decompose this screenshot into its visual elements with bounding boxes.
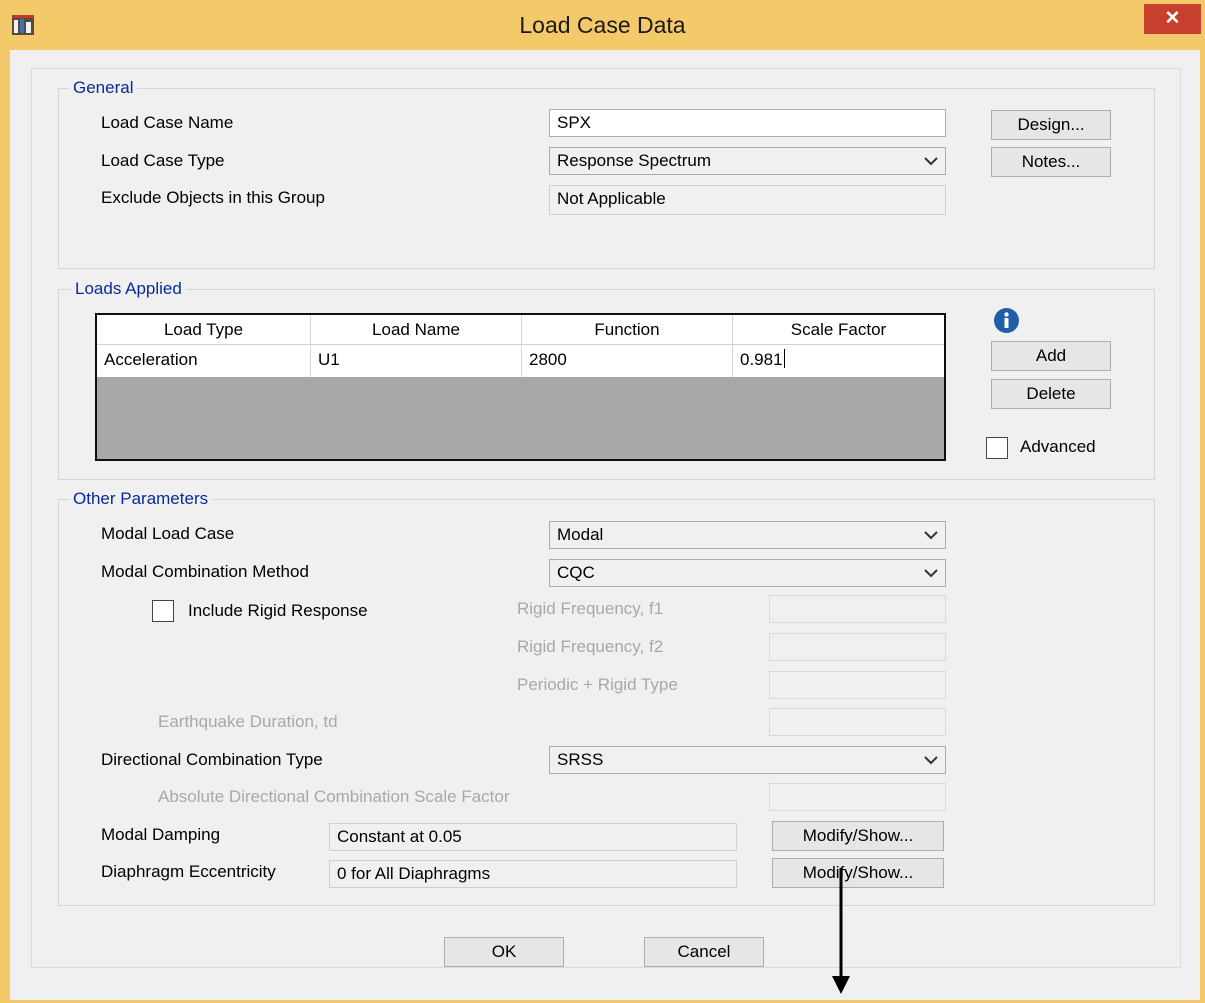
- modal-load-case-select[interactable]: Modal: [549, 521, 946, 549]
- include-rigid-label[interactable]: Include Rigid Response: [188, 601, 368, 621]
- diaphragm-eccentricity-field: 0 for All Diaphragms: [329, 860, 737, 888]
- modal-combination-label: Modal Combination Method: [101, 562, 309, 581]
- earthquake-duration-input: [769, 708, 946, 736]
- table-row[interactable]: Acceleration U1 2800 0.981: [97, 345, 944, 377]
- include-rigid-checkbox[interactable]: [152, 600, 174, 622]
- earthquake-duration-label: Earthquake Duration, td: [158, 712, 338, 731]
- directional-combination-label: Directional Combination Type: [101, 750, 323, 769]
- advanced-checkbox[interactable]: [986, 437, 1008, 459]
- design-button[interactable]: Design...: [991, 110, 1111, 140]
- text-cursor: [783, 349, 785, 368]
- title-bar[interactable]: Load Case Data ✕: [0, 0, 1205, 50]
- modal-damping-label: Modal Damping: [101, 825, 221, 844]
- exclude-objects-label: Exclude Objects in this Group: [101, 188, 325, 207]
- cell-scale-factor[interactable]: 0.981: [733, 345, 944, 377]
- load-case-type-value: Response Spectrum: [557, 151, 712, 170]
- load-case-type-select[interactable]: Response Spectrum: [549, 147, 946, 175]
- absolute-directional-scale-input: [769, 783, 946, 811]
- modal-combination-value: CQC: [557, 563, 595, 582]
- annotation-arrow-icon: [832, 868, 850, 994]
- periodic-rigid-type-label: Periodic + Rigid Type: [517, 675, 678, 694]
- info-icon[interactable]: [993, 307, 1020, 334]
- modal-load-case-value: Modal: [557, 525, 604, 544]
- ok-button[interactable]: OK: [444, 937, 564, 967]
- other-parameters-group-title: Other Parameters: [69, 489, 213, 509]
- column-header-load-type[interactable]: Load Type: [97, 315, 311, 344]
- general-group-title: General: [69, 78, 138, 98]
- column-header-function[interactable]: Function: [522, 315, 733, 344]
- exclude-objects-field: Not Applicable: [549, 185, 946, 215]
- diaphragm-modify-show-button[interactable]: Modify/Show...: [772, 858, 944, 888]
- load-case-name-input[interactable]: SPX: [549, 109, 946, 137]
- modal-damping-field: Constant at 0.05: [329, 823, 737, 851]
- modal-combination-select[interactable]: CQC: [549, 559, 946, 587]
- cancel-button[interactable]: Cancel: [644, 937, 764, 967]
- chevron-down-icon: [924, 157, 938, 166]
- rigid-frequency-f2-input: [769, 633, 946, 661]
- delete-button[interactable]: Delete: [991, 379, 1111, 409]
- loads-applied-group-title: Loads Applied: [71, 279, 186, 299]
- rigid-frequency-f2-label: Rigid Frequency, f2: [517, 637, 664, 656]
- dialog-window: Load Case Data ✕ General Load Case Name …: [0, 0, 1205, 1003]
- chevron-down-icon: [924, 531, 938, 540]
- cell-load-type[interactable]: Acceleration: [97, 345, 311, 377]
- load-case-type-label: Load Case Type: [101, 151, 225, 170]
- notes-button[interactable]: Notes...: [991, 147, 1111, 177]
- scale-factor-value: 0.981: [740, 350, 783, 369]
- loads-applied-table[interactable]: Load Type Load Name Function Scale Facto…: [95, 313, 946, 461]
- chevron-down-icon: [924, 756, 938, 765]
- table-header: Load Type Load Name Function Scale Facto…: [97, 315, 944, 345]
- advanced-label[interactable]: Advanced: [1020, 437, 1096, 457]
- load-case-name-label: Load Case Name: [101, 113, 234, 132]
- directional-combination-value: SRSS: [557, 750, 604, 769]
- add-button[interactable]: Add: [991, 341, 1111, 371]
- cell-load-name[interactable]: U1: [311, 345, 522, 377]
- column-header-scale-factor[interactable]: Scale Factor: [733, 315, 944, 344]
- close-button[interactable]: ✕: [1144, 4, 1201, 34]
- rigid-frequency-f1-input: [769, 595, 946, 623]
- directional-combination-select[interactable]: SRSS: [549, 746, 946, 774]
- cell-function[interactable]: 2800: [522, 345, 733, 377]
- modal-load-case-label: Modal Load Case: [101, 524, 235, 543]
- chevron-down-icon: [924, 569, 938, 578]
- absolute-directional-scale-label: Absolute Directional Combination Scale F…: [158, 787, 510, 806]
- column-header-load-name[interactable]: Load Name: [311, 315, 522, 344]
- periodic-rigid-type-input: [769, 671, 946, 699]
- rigid-frequency-f1-label: Rigid Frequency, f1: [517, 599, 664, 618]
- window-title: Load Case Data: [519, 12, 686, 38]
- modal-damping-modify-show-button[interactable]: Modify/Show...: [772, 821, 944, 851]
- diaphragm-eccentricity-label: Diaphragm Eccentricity: [101, 862, 276, 881]
